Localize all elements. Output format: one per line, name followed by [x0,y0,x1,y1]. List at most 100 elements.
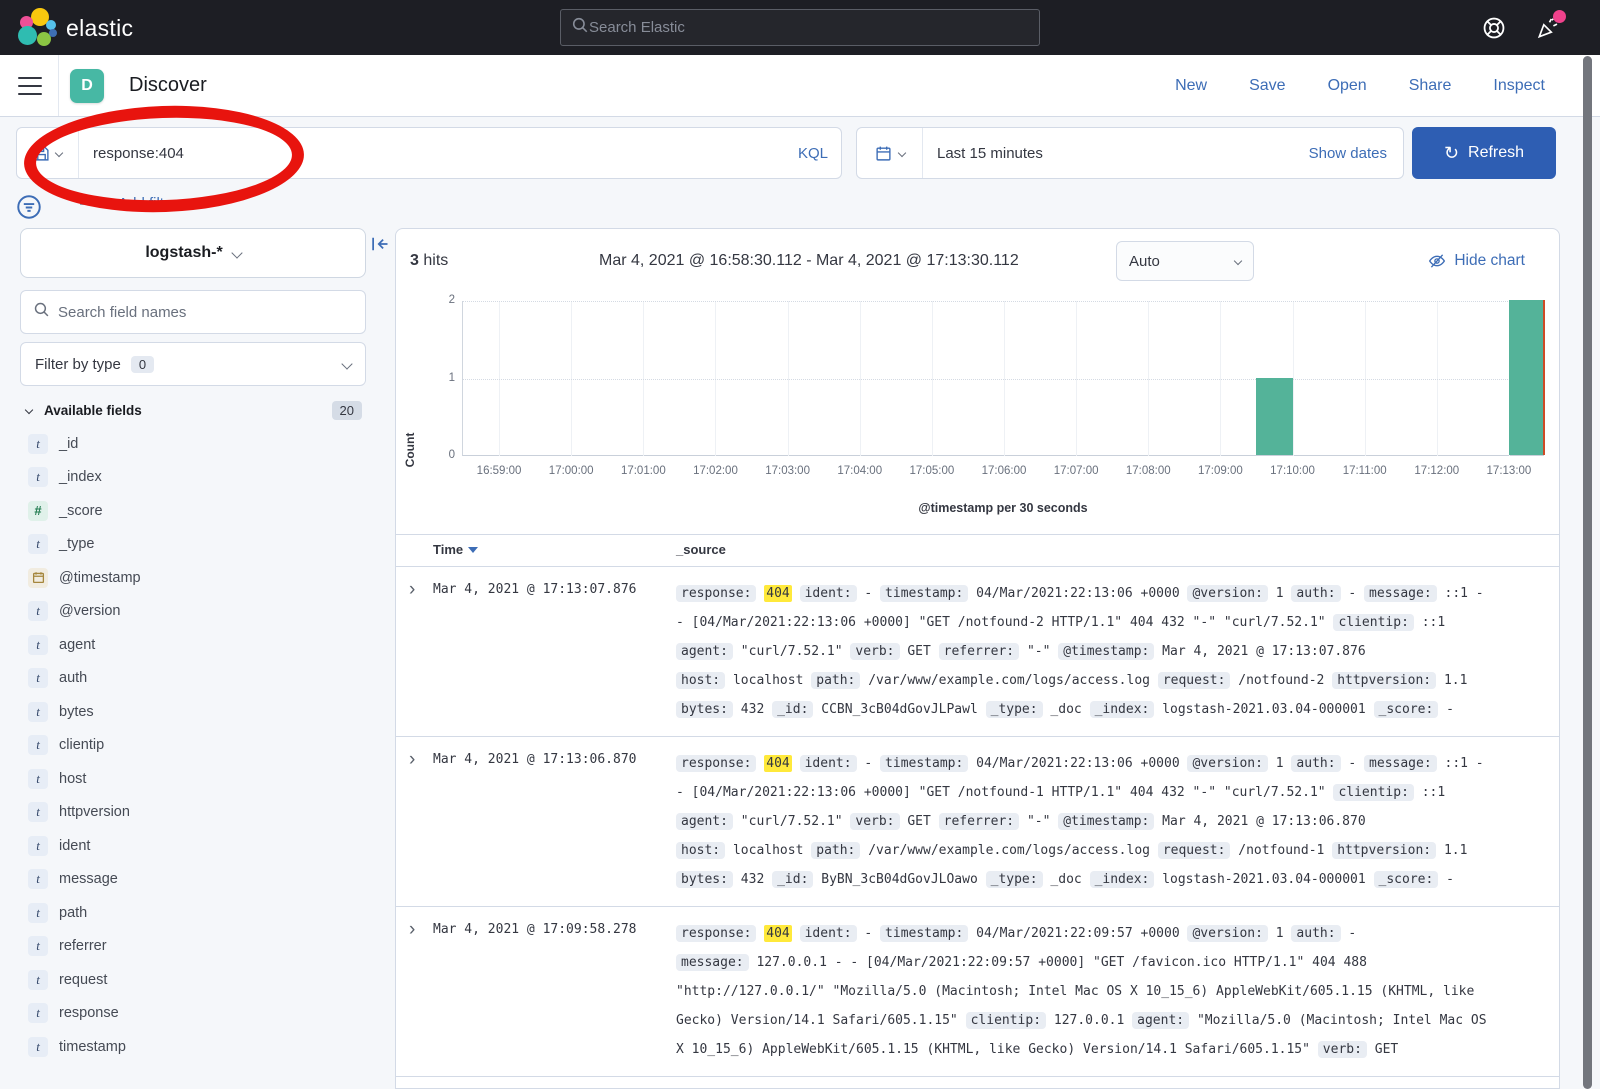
nav-link-share[interactable]: Share [1409,77,1452,95]
field-item-httpversion[interactable]: thttpversion [20,796,385,830]
field-name: bytes [59,704,94,720]
field-value: "curl/7.52.1" [741,814,843,829]
field-item-clientip[interactable]: tclientip [20,729,385,763]
column-header-time[interactable]: Time [433,542,478,557]
y-tick-label: 1 [427,372,455,384]
field-item-path[interactable]: tpath [20,896,385,930]
add-filter-button[interactable]: + Add filter [106,195,177,212]
field-value: - [864,926,872,941]
field-key-badge: message: [1364,755,1437,772]
newsfeed-icon[interactable] [1536,16,1560,40]
x-axis-label: @timestamp per 30 seconds [462,501,1544,515]
query-input[interactable]: response:404 [79,145,785,162]
field-item-ident[interactable]: tident [20,829,385,863]
field-item-_score[interactable]: #_score [20,494,385,528]
field-item-_type[interactable]: t_type [20,528,385,562]
hide-chart-button[interactable]: Hide chart [1428,252,1525,270]
field-key-badge: path: [811,842,860,859]
search-icon [571,16,589,39]
field-item-request[interactable]: trequest [20,963,385,997]
field-value: - [1446,702,1454,717]
field-item-_index[interactable]: t_index [20,461,385,495]
filter-icon[interactable] [16,194,42,220]
refresh-button[interactable]: ↻ Refresh [1412,127,1556,179]
help-icon[interactable] [1482,16,1506,40]
field-value: _doc [1050,702,1081,717]
nav-link-save[interactable]: Save [1249,77,1285,95]
field-search[interactable] [20,290,366,334]
field-name: @timestamp [59,570,141,586]
query-language-button[interactable]: KQL [785,145,841,162]
discover-main-panel: 3 hits Mar 4, 2021 @ 16:58:30.112 - Mar … [395,228,1560,1089]
x-tick-label: 17:04:00 [837,465,882,477]
y-axis-label: Count [403,425,417,475]
field-key-badge: bytes: [676,871,733,888]
field-name: _index [59,469,102,485]
interval-select[interactable]: Auto [1116,241,1254,281]
field-type-icon: t [28,1003,48,1023]
x-tick-label: 17:13:00 [1487,465,1532,477]
hits-bar: 3 hits Mar 4, 2021 @ 16:58:30.112 - Mar … [410,237,1545,285]
nav-link-open[interactable]: Open [1328,77,1367,95]
field-key-badge: auth: [1291,585,1340,602]
field-item-timestamp[interactable]: ttimestamp [20,1030,385,1064]
field-search-input[interactable] [58,304,353,321]
global-search-input[interactable] [589,19,1029,36]
collapse-sidebar-icon[interactable] [370,234,392,256]
field-key-badge: host: [676,842,725,859]
expand-row-button[interactable]: › [409,747,415,774]
field-type-icon: t [28,769,48,789]
field-item-agent[interactable]: tagent [20,628,385,662]
x-tick-label: 17:07:00 [1054,465,1099,477]
field-item-referrer[interactable]: treferrer [20,930,385,964]
scrollbar-thumb[interactable] [1583,56,1592,1089]
field-key-badge: auth: [1291,925,1340,942]
menu-icon[interactable] [18,77,42,95]
nav-link-new[interactable]: New [1175,77,1207,95]
expand-row-button[interactable]: › [409,577,415,604]
histogram-bar[interactable] [1509,300,1545,455]
field-value: /var/www/example.com/logs/access.log [868,843,1150,858]
expand-row-button[interactable]: › [409,917,415,944]
discover-app-badge[interactable]: D [70,69,104,103]
field-item-response[interactable]: tresponse [20,997,385,1031]
index-pattern-name: logstash-* [145,244,222,262]
time-range-display[interactable]: Last 15 minutes [923,145,1309,162]
field-item-@timestamp[interactable]: @timestamp [20,561,385,595]
type-filter-count-badge: 0 [131,356,154,373]
field-value: ByBN_3cB04dGovJLOawo [821,872,978,887]
field-item-@version[interactable]: t@version [20,595,385,629]
field-item-message[interactable]: tmessage [20,863,385,897]
field-key-badge: ident: [800,755,857,772]
doc-source: response: 404 ident: - timestamp: 04/Mar… [676,579,1496,724]
index-pattern-selector[interactable]: logstash-* [20,228,366,278]
available-fields-count-badge: 20 [332,401,362,420]
field-key-badge: timestamp: [880,755,968,772]
calendar-button[interactable] [857,128,923,178]
table-row: ›Mar 4, 2021 @ 17:13:06.870response: 404… [396,737,1559,907]
field-item-_id[interactable]: t_id [20,427,385,461]
filter-by-type-select[interactable]: Filter by type 0 [20,342,366,386]
field-name: message [59,871,118,887]
nav-links: New Save Open Share Inspect [1175,55,1545,117]
x-tick-label: 17:11:00 [1343,465,1387,477]
field-type-icon: t [28,936,48,956]
saved-query-button[interactable] [17,128,79,178]
field-item-auth[interactable]: tauth [20,662,385,696]
field-value: "curl/7.52.1" [741,644,843,659]
field-key-badge: request: [1158,672,1231,689]
field-type-icon: t [28,836,48,856]
field-key-badge: response: [676,585,756,602]
field-type-icon: t [28,802,48,822]
field-item-host[interactable]: thost [20,762,385,796]
histogram-bar[interactable] [1256,378,1292,456]
available-fields-header[interactable]: Available fields 20 [20,396,370,424]
field-value: 1.1 [1444,673,1467,688]
field-item-bytes[interactable]: tbytes [20,695,385,729]
field-value: _doc [1050,872,1081,887]
field-key-badge: host: [676,672,725,689]
global-search[interactable] [560,9,1040,46]
nav-link-inspect[interactable]: Inspect [1493,77,1545,95]
show-dates-button[interactable]: Show dates [1309,145,1403,162]
elastic-logo[interactable]: elastic [16,8,133,48]
